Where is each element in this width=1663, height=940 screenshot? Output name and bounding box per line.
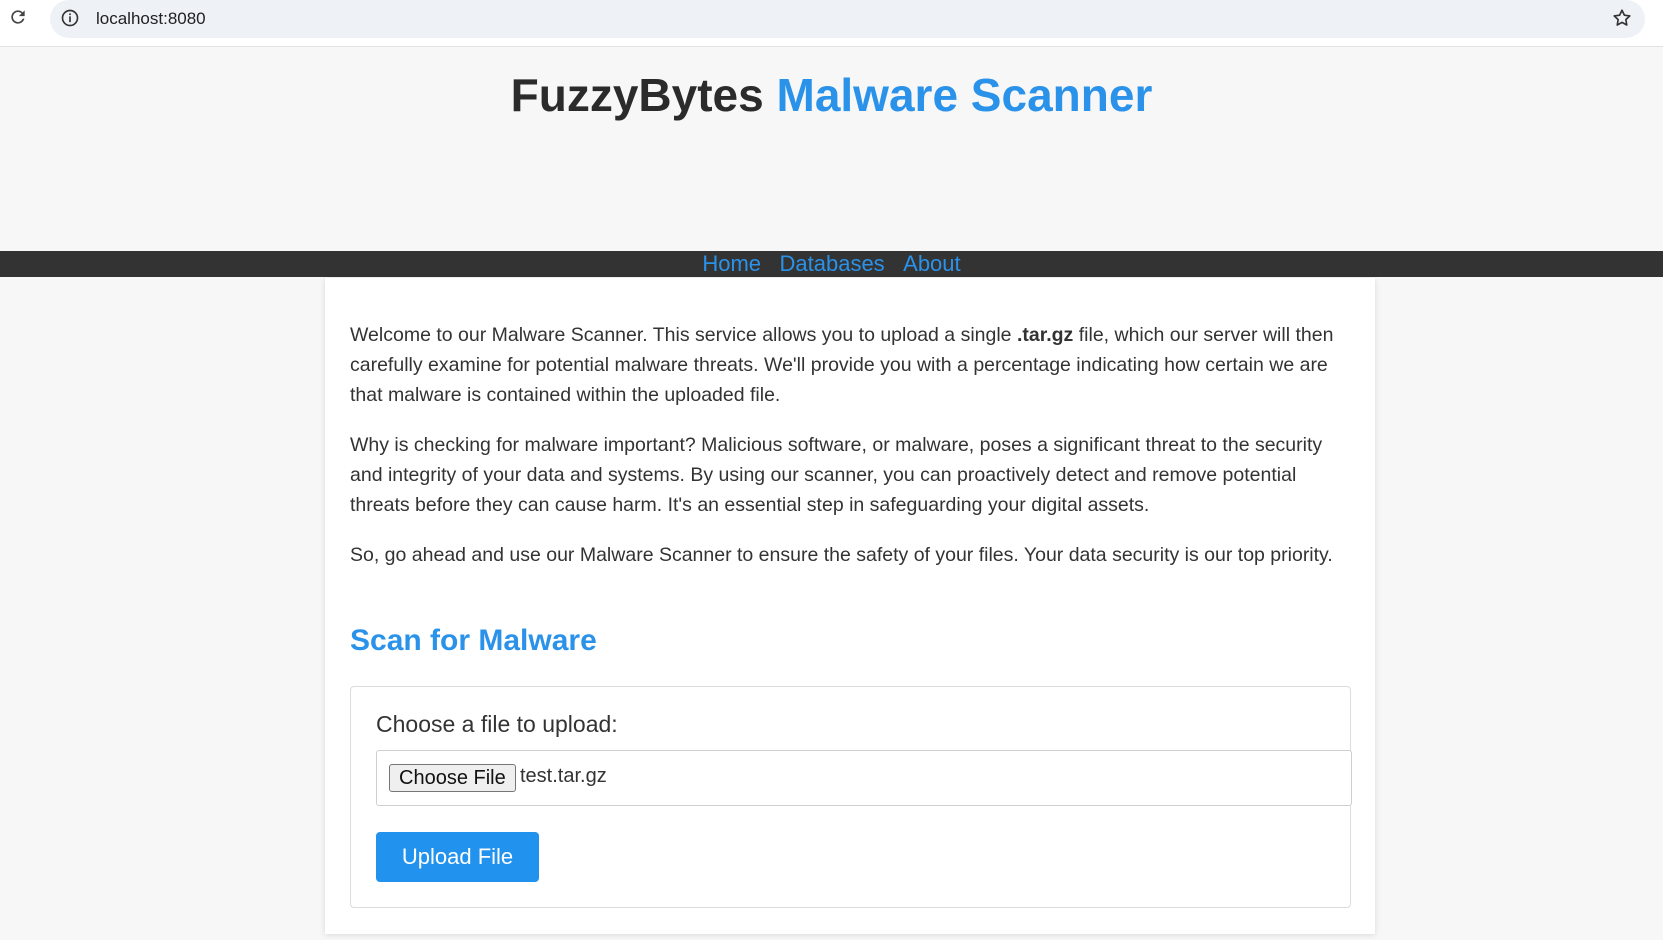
main-content-card: Welcome to our Malware Scanner. This ser… (325, 278, 1375, 934)
site-info-icon[interactable] (60, 8, 80, 28)
address-bar[interactable]: localhost:8080 (50, 0, 1645, 38)
importance-paragraph: Why is checking for malware important? M… (350, 434, 1323, 516)
file-input[interactable]: Choose File test.tar.gz (376, 750, 1352, 806)
choose-file-button[interactable]: Choose File (389, 764, 516, 792)
url-text: localhost:8080 (96, 9, 206, 28)
nav-home-link[interactable]: Home (702, 251, 761, 277)
main-nav: Home Databases About (0, 251, 1663, 277)
selected-file-name: test.tar.gz (520, 765, 607, 787)
site-title-accent: Malware Scanner (776, 69, 1153, 121)
nav-databases-link[interactable]: Databases (780, 251, 885, 277)
bookmark-star-icon[interactable] (1611, 7, 1633, 29)
file-type-highlight: .tar.gz (1016, 324, 1074, 346)
scan-section-title: Scan for Malware (350, 624, 597, 657)
site-title: FuzzyBytes Malware Scanner (0, 68, 1663, 122)
upload-file-button[interactable]: Upload File (376, 832, 539, 882)
file-upload-label: Choose a file to upload: (376, 711, 618, 737)
intro-paragraph: Welcome to our Malware Scanner. This ser… (350, 320, 1350, 410)
reload-icon[interactable] (8, 7, 28, 27)
browser-toolbar: localhost:8080 (0, 0, 1663, 47)
nav-about-link[interactable]: About (903, 251, 961, 277)
call-to-action-paragraph: So, go ahead and use our Malware Scanner… (350, 544, 1333, 566)
upload-form: Choose a file to upload: Choose File tes… (350, 686, 1352, 908)
site-title-main: FuzzyBytes (510, 69, 764, 121)
intro-text-start: Welcome to our Malware Scanner. This ser… (350, 324, 1017, 346)
